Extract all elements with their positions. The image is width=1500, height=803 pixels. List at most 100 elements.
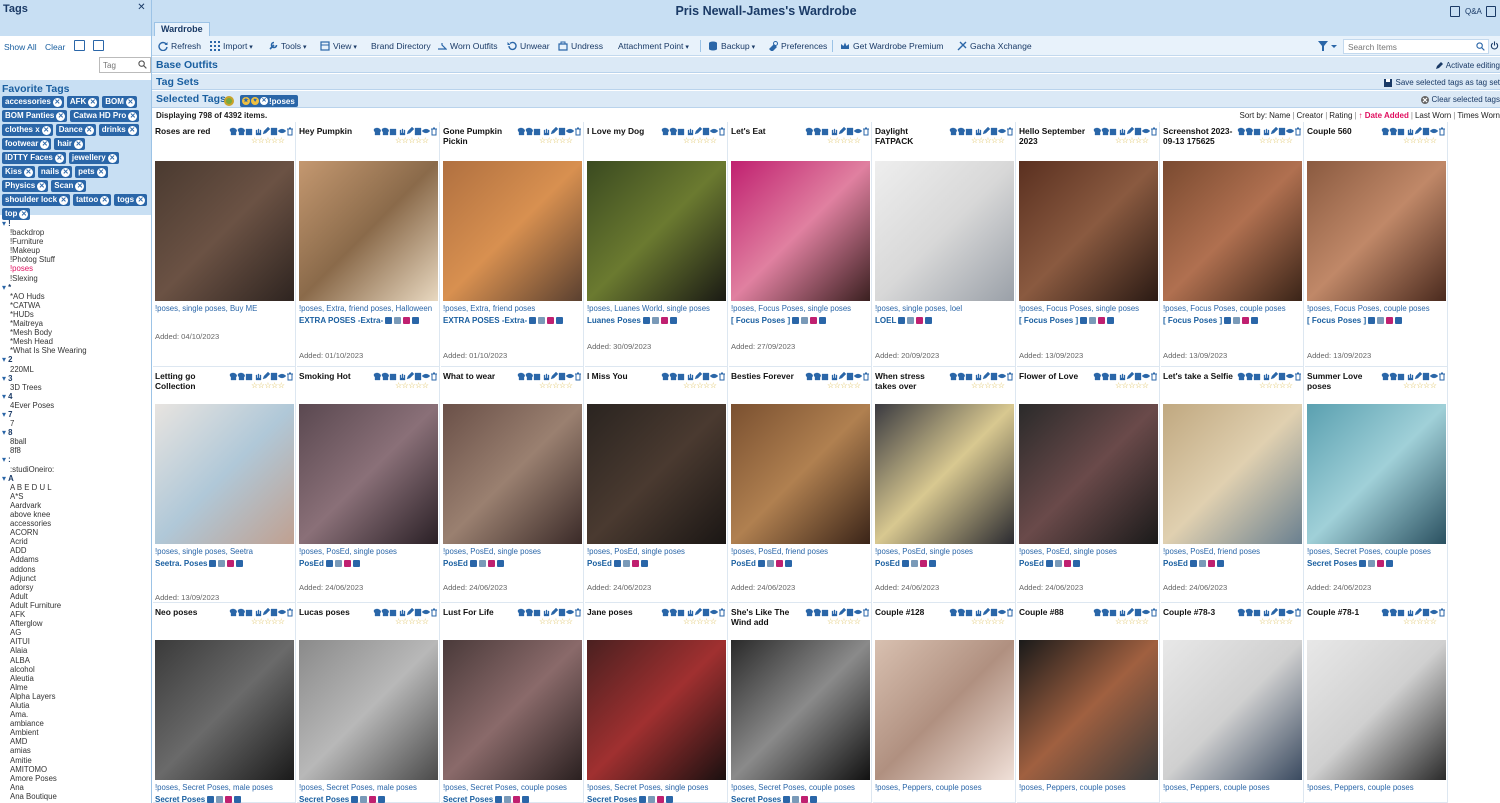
item-thumbnail[interactable]	[155, 640, 294, 780]
web-icon[interactable]	[651, 317, 659, 324]
item-title[interactable]: Couple #78-1	[1307, 607, 1379, 617]
tag-tree-item[interactable]: Adjunct	[2, 574, 151, 583]
rating-stars[interactable]: ☆☆☆☆☆	[1115, 617, 1149, 626]
tag-filter-input[interactable]	[100, 58, 136, 72]
facebook-icon[interactable]	[522, 796, 530, 803]
item-thumbnail[interactable]	[155, 404, 294, 544]
favorite-tag-chip[interactable]: AFK ✕	[66, 96, 100, 108]
item-card[interactable]: Summer Love poses ☆☆☆☆☆ !poses, Secret Pos…	[1305, 367, 1448, 603]
tag-group-header[interactable]: A	[2, 474, 151, 483]
notes-icon[interactable]	[846, 608, 854, 617]
remove-icon[interactable]: ✕	[23, 167, 33, 177]
item-creator[interactable]: Luanes Poses	[587, 316, 677, 325]
item-tags[interactable]: !poses, PosEd, single poses	[1019, 547, 1159, 556]
delete-icon[interactable]	[430, 372, 438, 381]
tag-tree-item[interactable]: 7	[2, 419, 151, 428]
tag-group-header[interactable]: 4	[2, 392, 151, 401]
tag-group-header[interactable]: 2	[2, 355, 151, 364]
item-card[interactable]: Couple #128 ☆☆☆☆☆ !poses, Peppers, couple …	[873, 603, 1016, 803]
tag-tree-item[interactable]: AG	[2, 628, 151, 637]
detach-icon[interactable]	[533, 372, 541, 381]
rating-stars[interactable]: ☆☆☆☆☆	[971, 136, 1005, 145]
edit-icon[interactable]	[694, 372, 702, 381]
sort-option[interactable]: Name	[1269, 111, 1290, 120]
item-card[interactable]: Couple #78-1 ☆☆☆☆☆ !poses, Peppers, couple…	[1305, 603, 1448, 803]
delete-icon[interactable]	[574, 127, 582, 136]
tag-tree-item[interactable]: 8f8	[2, 446, 151, 455]
item-thumbnail[interactable]	[1163, 161, 1302, 301]
hand-icon[interactable]	[686, 608, 694, 617]
item-tags[interactable]: !poses, Secret Poses, couple poses	[1307, 547, 1447, 556]
item-thumbnail[interactable]	[587, 640, 726, 780]
facebook-icon[interactable]	[236, 560, 244, 567]
item-tags[interactable]: !poses, PosEd, single poses	[587, 547, 727, 556]
activate-editing-button[interactable]: Activate editing	[1435, 61, 1500, 70]
rating-stars[interactable]: ☆☆☆☆☆	[827, 381, 861, 390]
edit-icon[interactable]	[982, 372, 990, 381]
wear-icon[interactable]	[517, 127, 525, 136]
detach-icon[interactable]	[821, 608, 829, 617]
item-tags[interactable]: !poses, Focus Poses, single poses	[731, 304, 871, 313]
notes-icon[interactable]	[846, 127, 854, 136]
remove-icon[interactable]: ✕	[59, 195, 69, 205]
add-icon[interactable]	[813, 372, 822, 381]
tag-tree-item[interactable]: A B E D U L	[2, 483, 151, 492]
item-card[interactable]: Flower of Love ☆☆☆☆☆ !poses, PosEd, single…	[1017, 367, 1160, 603]
hand-icon[interactable]	[974, 127, 982, 136]
item-card[interactable]: Gone Pumpkin Pickin ☆☆☆☆☆ !poses, Extra, f…	[441, 122, 584, 367]
item-title[interactable]: Screenshot 2023-09-13 175625	[1163, 126, 1235, 146]
flickr-icon[interactable]	[403, 317, 411, 324]
tag-tree-item[interactable]: 4Ever Poses	[2, 401, 151, 410]
wear-icon[interactable]	[229, 608, 237, 617]
add-icon[interactable]	[525, 608, 534, 617]
item-tags[interactable]: !poses, single poses, loel	[875, 304, 1015, 313]
item-card[interactable]: Screenshot 2023-09-13 175625 ☆☆☆☆☆ !poses,…	[1161, 122, 1304, 367]
flickr-icon[interactable]	[1377, 560, 1385, 567]
flickr-icon[interactable]	[919, 560, 927, 567]
item-thumbnail[interactable]	[1307, 640, 1446, 780]
item-title[interactable]: Let's Eat	[731, 126, 803, 136]
delete-icon[interactable]	[430, 608, 438, 617]
tag-group-header[interactable]: 7	[2, 410, 151, 419]
delete-icon[interactable]	[1006, 608, 1014, 617]
facebook-icon[interactable]	[352, 560, 360, 567]
edit-icon[interactable]	[1414, 372, 1422, 381]
notes-icon[interactable]	[1278, 372, 1286, 381]
facebook-icon[interactable]	[666, 796, 674, 803]
web-icon[interactable]	[1198, 560, 1206, 567]
collapse-icon[interactable]	[74, 40, 85, 51]
favorite-tag-chip[interactable]: accessories ✕	[2, 96, 64, 108]
facebook-icon[interactable]	[1216, 560, 1224, 567]
facebook-icon[interactable]	[1072, 560, 1080, 567]
favorite-tag-chip[interactable]: Dance ✕	[55, 124, 96, 136]
rating-stars[interactable]: ☆☆☆☆☆	[1403, 617, 1437, 626]
tag-tree-item[interactable]: Acrid	[2, 537, 151, 546]
view-icon[interactable]	[278, 608, 287, 617]
add-icon[interactable]	[237, 608, 246, 617]
detach-icon[interactable]	[1397, 127, 1405, 136]
hand-icon[interactable]	[254, 608, 262, 617]
favorite-tag-chip[interactable]: Scan ✕	[51, 180, 87, 192]
item-card[interactable]: I Miss You ☆☆☆☆☆ !poses, PosEd, single pos…	[585, 367, 728, 603]
store-icon[interactable]	[613, 560, 621, 567]
wear-icon[interactable]	[1093, 127, 1101, 136]
edit-icon[interactable]	[982, 127, 990, 136]
tag-tree-item[interactable]: 8ball	[2, 437, 151, 446]
hand-icon[interactable]	[1262, 608, 1270, 617]
facebook-icon[interactable]	[640, 560, 648, 567]
rating-stars[interactable]: ☆☆☆☆☆	[683, 136, 717, 145]
delete-icon[interactable]	[574, 372, 582, 381]
rating-stars[interactable]: ☆☆☆☆☆	[683, 381, 717, 390]
wear-icon[interactable]	[373, 127, 381, 136]
hand-icon[interactable]	[686, 127, 694, 136]
wear-icon[interactable]	[1237, 608, 1245, 617]
item-tags[interactable]: !poses, Peppers, couple poses	[1163, 783, 1303, 792]
get-premium-button[interactable]: Get Wardrobe Premium	[840, 41, 943, 51]
view-icon[interactable]	[710, 372, 719, 381]
view-menu[interactable]: View	[320, 41, 357, 51]
view-icon[interactable]	[998, 608, 1007, 617]
hand-icon[interactable]	[398, 127, 406, 136]
item-card[interactable]: Lucas poses ☆☆☆☆☆ !poses, Secret Poses, ma…	[297, 603, 440, 803]
tag-tree-item[interactable]: amias	[2, 746, 151, 755]
web-icon[interactable]	[907, 317, 915, 324]
